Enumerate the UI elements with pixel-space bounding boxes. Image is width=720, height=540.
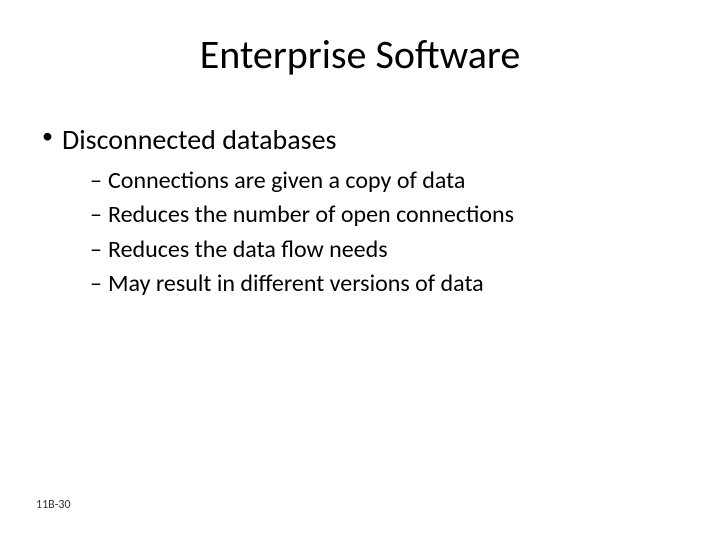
content-body: Disconnected databases Connections are g…: [36, 121, 684, 300]
bullet-level2: Connections are given a copy of data: [90, 165, 684, 197]
slide-container: Enterprise Software Disconnected databas…: [0, 0, 720, 540]
bullet-level2: May result in different versions of data: [90, 268, 684, 300]
slide-number: 11B-30: [36, 498, 71, 512]
sub-bullet-group: Connections are given a copy of data Red…: [40, 165, 684, 301]
bullet-level2: Reduces the data flow needs: [90, 234, 684, 266]
bullet-level2: Reduces the number of open connections: [90, 199, 684, 231]
bullet-level1: Disconnected databases: [40, 121, 684, 159]
slide-title: Enterprise Software: [36, 30, 684, 79]
